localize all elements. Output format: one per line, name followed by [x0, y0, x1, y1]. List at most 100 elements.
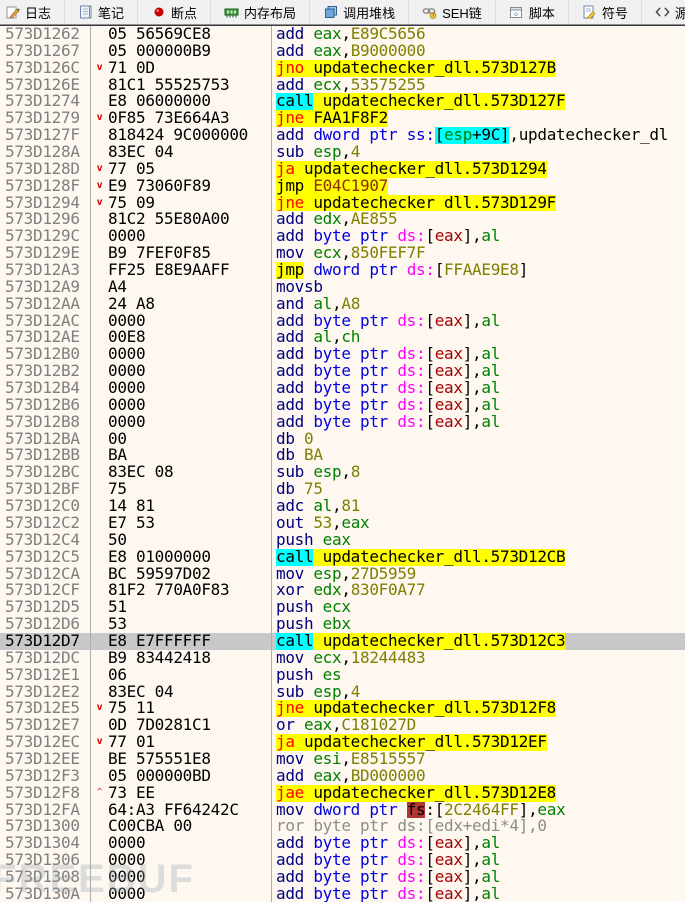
disasm-row[interactable]: 573D12E5v75 11jne updatechecker_dll.573D… — [0, 700, 685, 717]
tab-notes[interactable]: 笔记 — [65, 0, 138, 24]
opcode-bytes: 0000 — [108, 363, 145, 380]
disasm-row[interactable]: 573D12D551push ecx — [0, 599, 685, 616]
disasm-row[interactable]: 573D13060000add byte ptr ds:[eax],al — [0, 852, 685, 869]
disasm-row[interactable]: 573D12A3FF25 E8E9AAFFjmp dword ptr ds:[F… — [0, 262, 685, 279]
disasm-row[interactable]: 573D13040000add byte ptr ds:[eax],al — [0, 835, 685, 852]
disasm-row-selected[interactable]: 573D12D7E8 E7FFFFFFcall updatechecker_dl… — [0, 633, 685, 650]
disasm-token: : — [425, 802, 434, 819]
disasm-row[interactable]: 573D127F818424 9C000000add dword ptr ss:… — [0, 127, 685, 144]
disasm-row[interactable]: 573D12BBBAdb BA — [0, 447, 685, 464]
disasm-row[interactable]: 573D12A9A4movsb — [0, 279, 685, 296]
tab-log[interactable]: 日志 — [0, 0, 65, 24]
disasm-row[interactable]: 573D12E70D 7D0281C1or eax,C181027D — [0, 717, 685, 734]
disasm-row[interactable]: 573D12E106push es — [0, 667, 685, 684]
disasm-token: mov — [276, 802, 313, 819]
disasm-row[interactable]: 573D129681C2 55E80A00add edx,AE855 — [0, 211, 685, 228]
tab-seh-chain[interactable]: ? SEH链 — [409, 0, 496, 24]
disasm-row[interactable]: 573D12ECv77 01ja updatechecker_dll.573D1… — [0, 734, 685, 751]
tab-script[interactable]: o 脚本 — [496, 0, 569, 24]
jump-arrow-placeholder — [91, 852, 108, 869]
disasm-row[interactable]: 573D130A0000add byte ptr ds:[eax],al — [0, 886, 685, 902]
disasm-row[interactable]: 573D12AE00E8add al,ch — [0, 329, 685, 346]
bytes-cell: 0000 — [91, 852, 272, 869]
tab-memory-map-label: 内存布局 — [244, 3, 296, 22]
disasm-token: ] — [463, 397, 472, 414]
opcode-bytes: 64:A3 FF64242C — [108, 802, 239, 819]
disasm-token: byte ptr — [313, 346, 397, 363]
disasm-token: eax — [304, 717, 332, 734]
disasm-row[interactable]: 573D128A83EC 04sub esp,4 — [0, 144, 685, 161]
disasm-token — [304, 262, 313, 279]
disasm-row[interactable]: 573D1274E8 06000000call updatechecker_dl… — [0, 93, 685, 110]
disasm-row[interactable]: 573D1279v0F85 73E664A3jne FAA1F8F2 — [0, 110, 685, 127]
disasm-token: add — [276, 397, 313, 414]
disasm-row[interactable]: 573D13080000add byte ptr ds:[eax],al — [0, 869, 685, 886]
disasm-row[interactable]: 573D12BF75db 75 — [0, 481, 685, 498]
disasm-row[interactable]: 573D12B80000add byte ptr ds:[eax],al — [0, 414, 685, 431]
disasm-row[interactable]: 573D126E81C1 55525753add ecx,53575255 — [0, 77, 685, 94]
disasm-row[interactable]: 573D12B00000add byte ptr ds:[eax],al — [0, 346, 685, 363]
disasm-row[interactable]: 573D126205 56569CE8add eax,E89C5656 — [0, 26, 685, 43]
disasm-token: call — [276, 549, 313, 566]
tab-symbols[interactable]: 符号 — [569, 0, 642, 24]
disasm-row[interactable]: 573D12B40000add byte ptr ds:[eax],al — [0, 380, 685, 397]
jump-arrow-placeholder — [91, 346, 108, 363]
disasm-row[interactable]: 573D12B60000add byte ptr ds:[eax],al — [0, 397, 685, 414]
disasm-row[interactable]: 573D12CABC 59597D02mov esp,27D5959 — [0, 566, 685, 583]
disasm-row[interactable]: 573D12CF81F2 770A0F83xor edx,830F0A77 — [0, 582, 685, 599]
disasm-row[interactable]: 573D12DCB9 83442418mov ecx,18244483 — [0, 650, 685, 667]
disasm-row[interactable]: 573D12B20000add byte ptr ds:[eax],al — [0, 363, 685, 380]
jump-arrow-placeholder — [91, 397, 108, 414]
bytes-cell: v0F85 73E664A3 — [91, 110, 272, 127]
disasm-token: jmp — [276, 262, 304, 279]
disasm-row[interactable]: 573D12AA24 A8and al,A8 — [0, 296, 685, 313]
disasm-cell: jae updatechecker_dll.573D12E8 — [272, 785, 685, 802]
bytes-cell: 05 000000B9 — [91, 43, 272, 60]
disasm-row[interactable]: 573D12BC83EC 08sub esp,8 — [0, 464, 685, 481]
disasm-row[interactable]: 573D126705 000000B9add eax,B9000000 — [0, 43, 685, 60]
disasm-row[interactable]: 573D12F8^73 EEjae updatechecker_dll.573D… — [0, 785, 685, 802]
disasm-row[interactable]: 573D12FA64:A3 FF64242Cmov dword ptr fs:[… — [0, 802, 685, 819]
disasm-token: edx — [313, 211, 341, 228]
disasm-token: db — [276, 431, 304, 448]
jump-arrow-placeholder — [91, 869, 108, 886]
disasm-token: db — [276, 447, 304, 464]
address-cell: 573D12AE — [0, 329, 91, 346]
disasm-row[interactable]: 573D12EEBE 575551E8mov esi,E8515557 — [0, 751, 685, 768]
disasm-token: , — [528, 802, 537, 819]
jump-arrow-placeholder — [91, 414, 108, 431]
disasm-row[interactable]: 573D129C0000add byte ptr ds:[eax],al — [0, 228, 685, 245]
disasm-row[interactable]: 573D128Dv77 05ja updatechecker_dll.573D1… — [0, 161, 685, 178]
disasm-row[interactable]: 573D12D653push ebx — [0, 616, 685, 633]
jump-arrow-placeholder — [91, 363, 108, 380]
tab-memory-map[interactable]: 内存布局 — [211, 0, 310, 24]
disasm-row[interactable]: 573D128FvE9 73060F89jmp E04C1907 — [0, 178, 685, 195]
address-cell: 573D12D6 — [0, 616, 91, 633]
disasm-row[interactable]: 573D1294v75 09jne updatechecker_dll.573D… — [0, 195, 685, 212]
disasm-row[interactable]: 573D12C5E8 01000000call updatechecker_dl… — [0, 549, 685, 566]
disasm-row[interactable]: 573D126Cv71 0Djno updatechecker_dll.573D… — [0, 60, 685, 77]
debugger-tab-bar: 日志 笔记 断点 内存布局 调用堆栈 ? SEH链 o 脚本 — [0, 0, 685, 25]
disasm-row[interactable]: 573D12AC0000add byte ptr ds:[eax],al — [0, 313, 685, 330]
disasm-row[interactable]: 573D12C014 81adc al,81 — [0, 498, 685, 515]
tab-call-stack[interactable]: 调用堆栈 — [310, 0, 409, 24]
disasm-row[interactable]: 573D12BA00db 0 — [0, 431, 685, 448]
disasm-row[interactable]: 573D1300C00CBA 00ror byte ptr ds:[edx+ed… — [0, 818, 685, 835]
address-cell: 573D12C4 — [0, 532, 91, 549]
tab-source-code[interactable]: 源代码 — [642, 0, 685, 24]
tab-breakpoints[interactable]: 断点 — [138, 0, 211, 24]
disasm-row[interactable]: 573D12C2E7 53out 53,eax — [0, 515, 685, 532]
tab-breakpoints-label: 断点 — [171, 3, 197, 22]
disasm-row[interactable]: 573D12C450push eax — [0, 532, 685, 549]
disasm-row[interactable]: 573D12E283EC 04sub esp,4 — [0, 684, 685, 701]
disasm-cell: or eax,C181027D — [272, 717, 685, 734]
disasm-token: mov — [276, 751, 313, 768]
disasm-token: ds: — [397, 313, 425, 330]
jump-arrow-placeholder — [91, 532, 108, 549]
address-cell: 573D12E5 — [0, 700, 91, 717]
address-cell: 573D126E — [0, 77, 91, 94]
bytes-cell: vE9 73060F89 — [91, 178, 272, 195]
disasm-token: 27D5959 — [351, 566, 416, 583]
disasm-row[interactable]: 573D129EB9 7FEF0F85mov ecx,850FEF7F — [0, 245, 685, 262]
disasm-row[interactable]: 573D12F305 000000BDadd eax,BD000000 — [0, 768, 685, 785]
